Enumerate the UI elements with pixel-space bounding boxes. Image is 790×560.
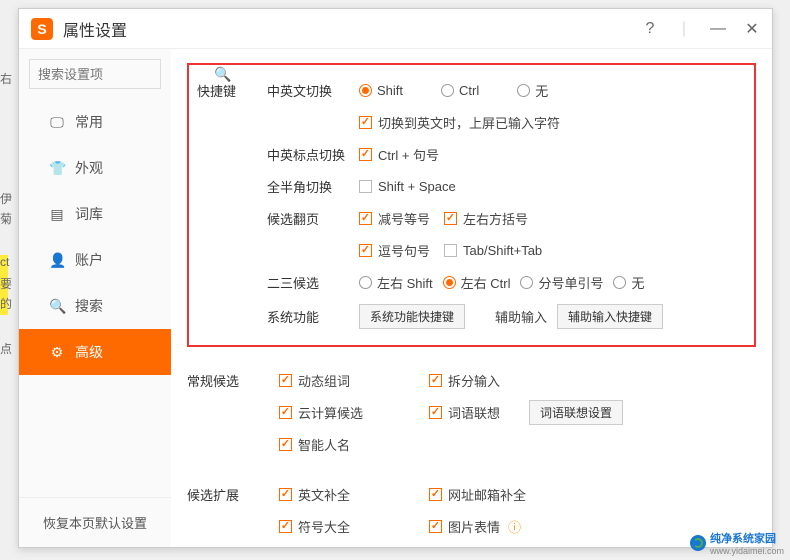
assoc-settings-button[interactable]: 词语联想设置 — [529, 400, 623, 425]
row-label: 系统功能 — [267, 307, 359, 326]
radio-none[interactable]: 无 — [517, 81, 548, 100]
monitor-icon: 🖵 — [49, 114, 65, 131]
check-page-tab[interactable]: Tab/Shift+Tab — [444, 243, 542, 258]
check-split[interactable]: 拆分输入 — [429, 371, 500, 390]
settings-window: S 属性设置 ? | — ✕ 🔍 🖵 常用 👕 外观 ▤ 词库 — [18, 8, 773, 548]
close-button[interactable]: ✕ — [744, 19, 760, 39]
window-title: 属性设置 — [63, 17, 642, 41]
radio-ctrl[interactable]: Ctrl — [441, 83, 479, 98]
book-icon: ▤ — [49, 206, 65, 223]
check-assoc[interactable]: 词语联想 — [429, 403, 529, 422]
radio-shift[interactable]: Shift — [359, 83, 403, 98]
check-commit-on-switch[interactable]: 切换到英文时，上屏已输入字符 — [359, 113, 560, 132]
sidebar-item-advanced[interactable]: ⚙ 高级 — [19, 329, 171, 375]
section-label: 候选扩展 — [187, 485, 257, 504]
user-icon: 👤 — [49, 252, 65, 269]
sidebar-item-label: 常用 — [75, 112, 103, 132]
check-url[interactable]: 网址邮箱补全 — [429, 485, 526, 504]
check-dynamic[interactable]: 动态组词 — [279, 371, 429, 390]
radio-23-none[interactable]: 无 — [613, 273, 644, 292]
help-icon[interactable]: ⓘ — [508, 517, 521, 536]
gear-icon: ⚙ — [49, 344, 65, 361]
check-symbols[interactable]: 符号大全 — [279, 517, 429, 536]
row-label: 中英标点切换 — [267, 145, 359, 164]
help-button[interactable]: ? — [642, 20, 658, 38]
check-smartname[interactable]: 智能人名 — [279, 435, 350, 454]
content-panel: 快捷键 中英文切换 Shift Ctrl 无 切换到英文时，上屏已输入字符 中英… — [171, 49, 772, 547]
minimize-button[interactable]: — — [710, 20, 726, 38]
row-label: 二三候选 — [267, 273, 359, 292]
radio-23-semi[interactable]: 分号单引号 — [520, 273, 603, 292]
restore-defaults-button[interactable]: 恢复本页默认设置 — [19, 497, 171, 547]
sidebar-item-account[interactable]: 👤 账户 — [19, 237, 171, 283]
magnifier-icon: 🔍 — [49, 298, 65, 315]
sysfunc-hotkey-button[interactable]: 系统功能快捷键 — [359, 304, 465, 329]
check-cloud[interactable]: 云计算候选 — [279, 403, 429, 422]
check-page-comma[interactable]: 逗号句号 — [359, 241, 430, 260]
sidebar-item-label: 词库 — [75, 204, 103, 224]
check-emoji[interactable]: 图片表情ⓘ — [429, 517, 521, 536]
check-page-minus[interactable]: 减号等号 — [359, 209, 430, 228]
sidebar-item-common[interactable]: 🖵 常用 — [19, 99, 171, 145]
row-label: 候选翻页 — [267, 209, 359, 228]
app-icon: S — [31, 18, 53, 40]
check-fullhalf[interactable]: Shift + Space — [359, 179, 456, 194]
sidebar-item-label: 搜索 — [75, 296, 103, 316]
aux-input-label: 辅助输入 — [495, 307, 557, 326]
sidebar-item-label: 外观 — [75, 158, 103, 178]
section-label: 常规候选 — [187, 371, 257, 390]
check-english[interactable]: 英文补全 — [279, 485, 429, 504]
shirt-icon: 👕 — [49, 160, 65, 177]
radio-23-shift[interactable]: 左右 Shift — [359, 273, 433, 292]
sidebar-item-dict[interactable]: ▤ 词库 — [19, 191, 171, 237]
sidebar-item-label: 高级 — [75, 342, 103, 362]
sidebar-item-label: 账户 — [75, 250, 103, 270]
section-label: 快捷键 — [197, 81, 267, 100]
sidebar-item-search[interactable]: 🔍 搜索 — [19, 283, 171, 329]
radio-23-ctrl[interactable]: 左右 Ctrl — [443, 273, 511, 292]
row-label: 全半角切换 — [267, 177, 359, 196]
titlebar: S 属性设置 ? | — ✕ — [19, 9, 772, 49]
hotkey-section: 快捷键 中英文切换 Shift Ctrl 无 切换到英文时，上屏已输入字符 中英… — [187, 63, 756, 347]
watermark-logo-icon — [690, 535, 706, 551]
watermark: 纯净系统家园 www.yidaimei.com — [690, 530, 784, 556]
check-page-bracket[interactable]: 左右方括号 — [444, 209, 528, 228]
search-box[interactable]: 🔍 — [29, 59, 161, 89]
row-label: 中英文切换 — [267, 81, 359, 100]
aux-hotkey-button[interactable]: 辅助输入快捷键 — [557, 304, 663, 329]
sidebar: 🔍 🖵 常用 👕 外观 ▤ 词库 👤 账户 🔍 搜索 — [19, 49, 171, 547]
check-punct-switch[interactable]: Ctrl + 句号 — [359, 145, 439, 164]
sidebar-item-appearance[interactable]: 👕 外观 — [19, 145, 171, 191]
